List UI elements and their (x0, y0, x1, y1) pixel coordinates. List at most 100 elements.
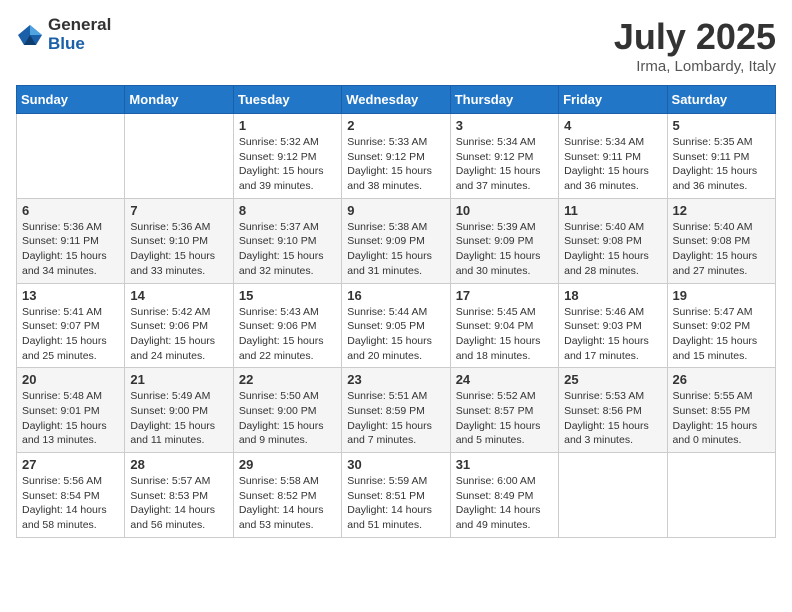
day-number: 1 (239, 118, 336, 133)
day-number: 23 (347, 372, 444, 387)
calendar-day-cell: 11Sunrise: 5:40 AM Sunset: 9:08 PM Dayli… (559, 198, 667, 283)
calendar-day-cell (17, 114, 125, 199)
calendar-day-cell: 6 Sunrise: 5:36 AM Sunset: 9:11 PM Daylig… (17, 198, 125, 283)
logo: General Blue (16, 16, 111, 53)
calendar-day-cell: 17 Sunrise: 5:45 AM Sunset: 9:04 PM Dayli… (450, 283, 558, 368)
calendar-day-cell: 3 Sunrise: 5:34 AM Sunset: 9:12 PM Daylig… (450, 114, 558, 199)
day-detail: Sunrise: 5:58 AM Sunset: 8:52 PM Dayligh… (239, 474, 336, 533)
calendar-week-row: 27 Sunrise: 5:56 AM Sunset: 8:54 PM Dayli… (17, 453, 776, 538)
calendar-day-cell: 5 Sunrise: 5:35 AM Sunset: 9:11 PM Daylig… (667, 114, 775, 199)
day-number: 14 (130, 288, 227, 303)
day-number: 9 (347, 203, 444, 218)
day-number: 17 (456, 288, 553, 303)
day-detail: Sunrise: 5:36 AM Sunset: 9:11 PM Dayligh… (22, 220, 119, 279)
day-number: 26 (673, 372, 770, 387)
calendar-day-cell: 1 Sunrise: 5:32 AM Sunset: 9:12 PM Daylig… (233, 114, 341, 199)
calendar-day-cell: 10Sunrise: 5:39 AM Sunset: 9:09 PM Dayli… (450, 198, 558, 283)
day-number: 6 (22, 203, 119, 218)
logo-text: General Blue (48, 16, 111, 53)
logo-icon (16, 21, 44, 49)
day-number: 24 (456, 372, 553, 387)
day-detail: Sunrise: 5:53 AM Sunset: 8:56 PM Dayligh… (564, 389, 661, 448)
calendar-day-cell: 18 Sunrise: 5:46 AM Sunset: 9:03 PM Dayli… (559, 283, 667, 368)
day-number: 29 (239, 457, 336, 472)
day-detail: Sunrise: 5:42 AM Sunset: 9:06 PM Dayligh… (130, 305, 227, 364)
weekday-header: Sunday (17, 86, 125, 114)
day-detail: Sunrise: 5:41 AM Sunset: 9:07 PM Dayligh… (22, 305, 119, 364)
calendar-day-cell: 8Sunrise: 5:37 AM Sunset: 9:10 PM Daylig… (233, 198, 341, 283)
day-number: 19 (673, 288, 770, 303)
calendar-day-cell: 30 Sunrise: 5:59 AM Sunset: 8:51 PM Dayli… (342, 453, 450, 538)
calendar-day-cell (125, 114, 233, 199)
calendar-day-cell (559, 453, 667, 538)
day-detail: Sunrise: 5:48 AM Sunset: 9:01 PM Dayligh… (22, 389, 119, 448)
calendar-day-cell: 2 Sunrise: 5:33 AM Sunset: 9:12 PM Daylig… (342, 114, 450, 199)
day-number: 16 (347, 288, 444, 303)
day-number: 2 (347, 118, 444, 133)
day-detail: Sunrise: 5:33 AM Sunset: 9:12 PM Dayligh… (347, 135, 444, 194)
day-detail: Sunrise: 5:46 AM Sunset: 9:03 PM Dayligh… (564, 305, 661, 364)
calendar-day-cell: 25 Sunrise: 5:53 AM Sunset: 8:56 PM Dayli… (559, 368, 667, 453)
weekday-header: Wednesday (342, 86, 450, 114)
day-detail: Sunrise: 5:43 AM Sunset: 9:06 PM Dayligh… (239, 305, 336, 364)
day-number: 27 (22, 457, 119, 472)
calendar-day-cell: 4Sunrise: 5:34 AM Sunset: 9:11 PM Daylig… (559, 114, 667, 199)
calendar-day-cell: 13Sunrise: 5:41 AM Sunset: 9:07 PM Dayli… (17, 283, 125, 368)
logo-general-text: General (48, 16, 111, 35)
day-detail: Sunrise: 5:52 AM Sunset: 8:57 PM Dayligh… (456, 389, 553, 448)
day-detail: Sunrise: 5:38 AM Sunset: 9:09 PM Dayligh… (347, 220, 444, 279)
day-detail: Sunrise: 5:40 AM Sunset: 9:08 PM Dayligh… (564, 220, 661, 279)
day-number: 18 (564, 288, 661, 303)
day-number: 7 (130, 203, 227, 218)
day-number: 30 (347, 457, 444, 472)
calendar-day-cell: 14 Sunrise: 5:42 AM Sunset: 9:06 PM Dayli… (125, 283, 233, 368)
calendar-day-cell: 19 Sunrise: 5:47 AM Sunset: 9:02 PM Dayli… (667, 283, 775, 368)
day-detail: Sunrise: 5:44 AM Sunset: 9:05 PM Dayligh… (347, 305, 444, 364)
page-header: General Blue July 2025 Irma, Lombardy, I… (16, 16, 776, 75)
calendar-day-cell: 7 Sunrise: 5:36 AM Sunset: 9:10 PM Daylig… (125, 198, 233, 283)
day-detail: Sunrise: 5:32 AM Sunset: 9:12 PM Dayligh… (239, 135, 336, 194)
calendar-day-cell: 26 Sunrise: 5:55 AM Sunset: 8:55 PM Dayli… (667, 368, 775, 453)
weekday-header: Tuesday (233, 86, 341, 114)
weekday-header: Friday (559, 86, 667, 114)
day-detail: Sunrise: 5:45 AM Sunset: 9:04 PM Dayligh… (456, 305, 553, 364)
logo-blue-text: Blue (48, 35, 111, 54)
calendar-day-cell: 27 Sunrise: 5:56 AM Sunset: 8:54 PM Dayli… (17, 453, 125, 538)
day-detail: Sunrise: 5:40 AM Sunset: 9:08 PM Dayligh… (673, 220, 770, 279)
calendar-day-cell: 20 Sunrise: 5:48 AM Sunset: 9:01 PM Dayli… (17, 368, 125, 453)
day-detail: Sunrise: 5:47 AM Sunset: 9:02 PM Dayligh… (673, 305, 770, 364)
day-number: 28 (130, 457, 227, 472)
calendar-day-cell: 21Sunrise: 5:49 AM Sunset: 9:00 PM Dayli… (125, 368, 233, 453)
month-title: July 2025 (614, 16, 776, 58)
day-detail: Sunrise: 5:55 AM Sunset: 8:55 PM Dayligh… (673, 389, 770, 448)
day-number: 3 (456, 118, 553, 133)
calendar-day-cell: 24 Sunrise: 5:52 AM Sunset: 8:57 PM Dayli… (450, 368, 558, 453)
day-number: 21 (130, 372, 227, 387)
day-number: 5 (673, 118, 770, 133)
day-detail: Sunrise: 6:00 AM Sunset: 8:49 PM Dayligh… (456, 474, 553, 533)
weekday-header: Saturday (667, 86, 775, 114)
day-detail: Sunrise: 5:56 AM Sunset: 8:54 PM Dayligh… (22, 474, 119, 533)
weekday-header: Thursday (450, 86, 558, 114)
day-detail: Sunrise: 5:50 AM Sunset: 9:00 PM Dayligh… (239, 389, 336, 448)
day-detail: Sunrise: 5:34 AM Sunset: 9:12 PM Dayligh… (456, 135, 553, 194)
calendar-week-row: 20 Sunrise: 5:48 AM Sunset: 9:01 PM Dayli… (17, 368, 776, 453)
calendar-day-cell: 31Sunrise: 6:00 AM Sunset: 8:49 PM Dayli… (450, 453, 558, 538)
day-detail: Sunrise: 5:36 AM Sunset: 9:10 PM Dayligh… (130, 220, 227, 279)
day-detail: Sunrise: 5:34 AM Sunset: 9:11 PM Dayligh… (564, 135, 661, 194)
title-block: July 2025 Irma, Lombardy, Italy (614, 16, 776, 75)
day-number: 20 (22, 372, 119, 387)
day-number: 25 (564, 372, 661, 387)
day-detail: Sunrise: 5:37 AM Sunset: 9:10 PM Dayligh… (239, 220, 336, 279)
day-detail: Sunrise: 5:59 AM Sunset: 8:51 PM Dayligh… (347, 474, 444, 533)
day-detail: Sunrise: 5:35 AM Sunset: 9:11 PM Dayligh… (673, 135, 770, 194)
calendar-week-row: 6 Sunrise: 5:36 AM Sunset: 9:11 PM Daylig… (17, 198, 776, 283)
day-number: 22 (239, 372, 336, 387)
location-text: Irma, Lombardy, Italy (614, 58, 776, 75)
day-number: 12 (673, 203, 770, 218)
calendar-day-cell: 22 Sunrise: 5:50 AM Sunset: 9:00 PM Dayli… (233, 368, 341, 453)
day-number: 10 (456, 203, 553, 218)
calendar-day-cell: 16 Sunrise: 5:44 AM Sunset: 9:05 PM Dayli… (342, 283, 450, 368)
day-detail: Sunrise: 5:51 AM Sunset: 8:59 PM Dayligh… (347, 389, 444, 448)
weekday-header-row: SundayMondayTuesdayWednesdayThursdayFrid… (17, 86, 776, 114)
